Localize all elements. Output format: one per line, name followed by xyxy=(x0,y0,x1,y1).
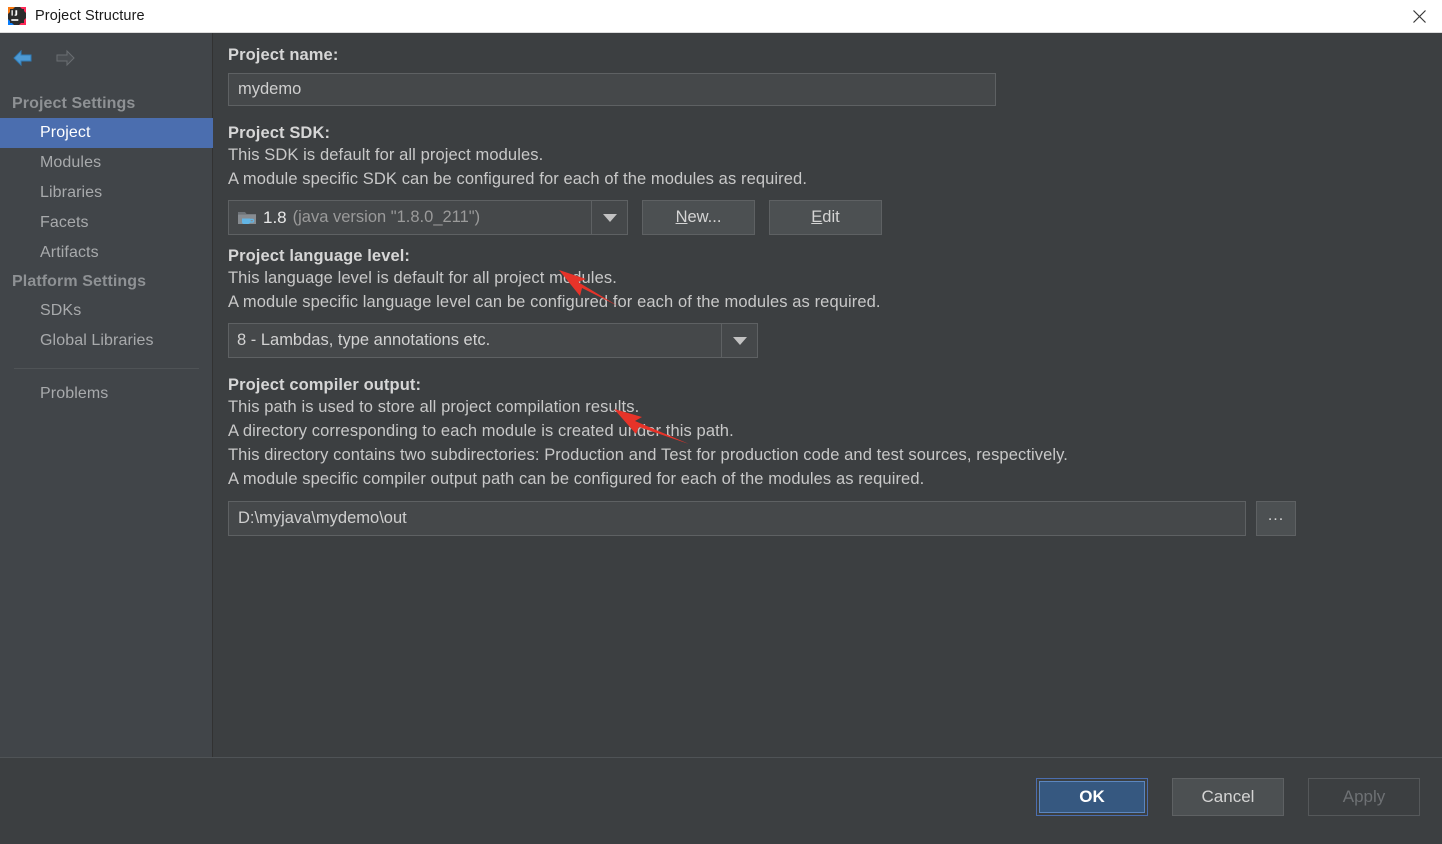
dialog-footer: OK Cancel Apply xyxy=(0,758,1442,844)
browse-output-path-button[interactable]: ... xyxy=(1256,501,1296,536)
project-name-input[interactable]: mydemo xyxy=(228,73,996,106)
compiler-output-path-input[interactable]: D:\myjava\mydemo\out xyxy=(228,501,1246,536)
sidebar-item-sdks[interactable]: SDKs xyxy=(0,296,213,326)
sidebar-item-problems[interactable]: Problems xyxy=(0,379,213,409)
sidebar-group-platform-settings: Platform Settings xyxy=(12,273,147,290)
sidebar-group-project-settings: Project Settings xyxy=(12,95,136,112)
project-sdk-row: 1.8 (java version "1.8.0_211") New... Ed… xyxy=(228,200,1442,235)
footer-button-group: OK Cancel Apply xyxy=(1036,778,1420,816)
arrow-forward-icon xyxy=(52,45,78,71)
jdk-folder-icon xyxy=(237,209,257,227)
project-compiler-output-label: Project compiler output: xyxy=(228,376,422,394)
sidebar: Project Settings Project Modules Librari… xyxy=(0,33,213,757)
window-titlebar: Project Structure xyxy=(0,0,1442,33)
edit-sdk-button-mnemonic: E xyxy=(811,208,823,226)
cancel-button[interactable]: Cancel xyxy=(1172,778,1284,816)
project-language-level-combobox[interactable]: 8 - Lambdas, type annotations etc. xyxy=(228,323,758,358)
sidebar-divider xyxy=(14,368,199,369)
compiler-output-description-line-1: This path is used to store all project c… xyxy=(228,398,640,416)
arrow-back-icon[interactable] xyxy=(10,45,36,71)
close-icon[interactable] xyxy=(1396,0,1442,32)
edit-sdk-button-label: dit xyxy=(822,208,840,226)
language-level-description-line-2: A module specific language level can be … xyxy=(228,293,881,311)
chevron-down-icon[interactable] xyxy=(721,324,757,357)
project-structure-dialog: Project Settings Project Modules Librari… xyxy=(0,33,1442,844)
sidebar-item-modules[interactable]: Modules xyxy=(0,148,213,178)
compiler-output-description-line-3: This directory contains two subdirectori… xyxy=(228,446,1068,464)
project-sdk-version: 1.8 xyxy=(263,207,287,227)
sidebar-item-project[interactable]: Project xyxy=(0,118,213,148)
language-level-combobox-value: 8 - Lambdas, type annotations etc. xyxy=(229,331,721,350)
window-title: Project Structure xyxy=(35,8,145,24)
sidebar-item-facets[interactable]: Facets xyxy=(0,208,213,238)
project-sdk-description-line-2: A module specific SDK can be configured … xyxy=(228,170,808,188)
new-sdk-button-mnemonic: N xyxy=(675,208,688,226)
project-sdk-label: Project SDK: xyxy=(228,124,331,142)
sidebar-item-artifacts[interactable]: Artifacts xyxy=(0,238,213,268)
project-sdk-detail: (java version "1.8.0_211") xyxy=(292,208,481,226)
navigation-arrows xyxy=(10,45,78,71)
chevron-down-icon[interactable] xyxy=(591,201,627,234)
compiler-output-description-line-2: A directory corresponding to each module… xyxy=(228,422,734,440)
sidebar-item-global-libraries[interactable]: Global Libraries xyxy=(0,326,213,356)
project-sdk-combobox[interactable]: 1.8 (java version "1.8.0_211") xyxy=(228,200,628,235)
ok-button[interactable]: OK xyxy=(1036,778,1148,816)
new-sdk-button[interactable]: New... xyxy=(642,200,755,235)
language-level-description-line-1: This language level is default for all p… xyxy=(228,269,617,287)
edit-sdk-button[interactable]: Edit xyxy=(769,200,882,235)
sidebar-list: Project Settings Project Modules Librari… xyxy=(0,90,213,409)
project-sdk-description-line-1: This SDK is default for all project modu… xyxy=(228,146,544,164)
project-sdk-combobox-value: 1.8 (java version "1.8.0_211") xyxy=(229,208,591,228)
sidebar-item-libraries[interactable]: Libraries xyxy=(0,178,213,208)
apply-button: Apply xyxy=(1308,778,1420,816)
project-settings-panel: Project name: mydemo Project SDK: This S… xyxy=(214,33,1442,757)
compiler-output-description-line-4: A module specific compiler output path c… xyxy=(228,470,925,488)
language-level-value: 8 - Lambdas, type annotations etc. xyxy=(237,331,491,349)
intellij-idea-logo-icon xyxy=(8,7,26,25)
project-name-label: Project name: xyxy=(228,46,339,64)
compiler-output-row: D:\myjava\mydemo\out ... xyxy=(228,501,1442,536)
new-sdk-button-label: ew... xyxy=(687,208,722,226)
project-language-level-label: Project language level: xyxy=(228,247,411,265)
